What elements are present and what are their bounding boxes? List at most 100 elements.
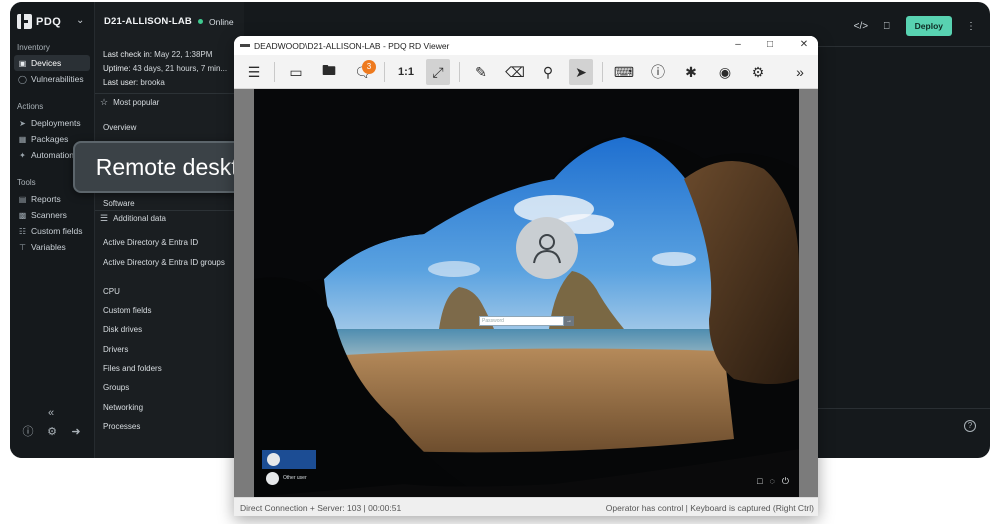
keyboard-icon[interactable]: ⌨ [612, 59, 636, 85]
help-circle-icon[interactable]: ⓘ [21, 425, 35, 439]
panel-link-disk-drives[interactable]: Disk drives [103, 324, 233, 335]
sidebar-item-label: Automation [31, 150, 74, 160]
more-options-icon[interactable]: ⋮ [964, 21, 978, 32]
panel-link-ad-groups[interactable]: Active Directory & Entra ID groups [103, 257, 233, 268]
sidebar-item-reports[interactable]: ▤ Reports [14, 191, 90, 207]
package-icon: ▦ [18, 134, 27, 144]
sidebar-item-label: Reports [31, 194, 61, 204]
last-checkin-value: May 22, 1:38PM [154, 50, 213, 59]
device-header: D21-ALLISON-LAB Online [104, 16, 234, 27]
ctrl-alt-del-icon[interactable]: ✱ [679, 59, 703, 85]
collapse-sidebar-icon[interactable]: « [48, 407, 54, 419]
eraser-icon[interactable]: ⌫ [503, 59, 527, 85]
help-icon[interactable]: ? [964, 420, 976, 432]
remote-desktop-view[interactable]: Password → Other user □ ◌ ⏻ [254, 89, 799, 497]
pdq-logo-icon [17, 14, 32, 29]
rd-window-title: DEADWOOD\D21-ALLISON-LAB - PDQ RD Viewer [254, 40, 450, 51]
code-icon[interactable]: </> [854, 21, 868, 32]
last-checkin-label: Last check in: [103, 50, 152, 59]
app-toolbar: </> ⎕ Deploy ⋮ [854, 16, 978, 36]
deploy-button[interactable]: Deploy [905, 16, 952, 36]
user-avatar [516, 217, 578, 279]
rocket-icon: ➤ [19, 118, 26, 128]
pen-icon[interactable]: ✎ [469, 59, 493, 85]
divider [95, 93, 244, 94]
sidebar-item-scanners[interactable]: ▩ Scanners [14, 207, 90, 223]
uptime: Uptime: 43 days, 21 hours, 7 min... [103, 64, 227, 73]
list-icon: ☰ [100, 213, 109, 223]
menu-list-icon[interactable]: ☰ [242, 59, 266, 85]
ratio-label: 1:1 [398, 66, 414, 78]
close-icon[interactable]: ✕ [797, 39, 811, 51]
gear-icon[interactable]: ⚙ [746, 59, 770, 85]
panel-link-files-folders[interactable]: Files and folders [103, 363, 233, 374]
additional-data-label: Additional data [113, 214, 167, 223]
user-tile-other[interactable]: Other user [262, 470, 342, 486]
sidebar-item-devices[interactable]: ▣ Devices [14, 55, 90, 71]
toolbar-separator [384, 62, 385, 82]
toolbar-separator [602, 62, 603, 82]
star-icon: ☆ [100, 97, 109, 107]
user-avatar-small [266, 471, 279, 485]
sidebar-item-label: Devices [31, 58, 62, 68]
most-popular-label: Most popular [113, 98, 160, 107]
panel-link-software[interactable]: Software [103, 198, 233, 209]
lockscreen-icons: □ ◌ ⏻ [757, 476, 789, 487]
monitor-icon[interactable]: ▭ [284, 59, 308, 85]
connection-status: Direct Connection + Server: 103 | 00:00:… [240, 503, 402, 513]
password-field[interactable]: Password [479, 316, 564, 326]
accessibility-icon[interactable]: ◌ [770, 476, 775, 487]
panel-link-cpu[interactable]: CPU [103, 286, 233, 297]
sidebar-item-custom-fields[interactable]: ☷ Custom fields [14, 223, 90, 239]
pin-icon[interactable]: ⚲ [536, 59, 560, 85]
most-popular-heading: ☆ Most popular [100, 97, 159, 108]
last-user-label: Last user: [103, 78, 139, 87]
power-icon[interactable]: ⏻ [782, 476, 789, 487]
custom-fields-icon: ☷ [18, 226, 27, 236]
last-checkin: Last check in: May 22, 1:38PM [103, 50, 212, 59]
brand-name: PDQ [36, 15, 62, 28]
scanner-icon: ▩ [18, 210, 27, 220]
toolbar-separator [274, 62, 275, 82]
sidebar: PDQ ⌄ Inventory ▣ Devices ◯ Vulnerabilit… [10, 2, 94, 458]
rd-screen[interactable]: Password → Other user □ ◌ ⏻ [234, 89, 818, 497]
pointer-icon[interactable]: ➤ [569, 59, 593, 85]
status-badge: Online [208, 16, 234, 27]
sidebar-item-variables[interactable]: ⊤ Variables [14, 239, 90, 255]
more-tools-icon[interactable]: » [788, 59, 812, 85]
gear-icon[interactable]: ⚙ [45, 425, 59, 439]
record-icon[interactable]: ◉ [713, 59, 737, 85]
panel-link-processes[interactable]: Processes [103, 421, 233, 432]
folder-icon[interactable]: 🖿 [317, 59, 341, 85]
logo[interactable]: PDQ [17, 14, 61, 29]
shield-icon: ◯ [18, 74, 27, 84]
sidebar-item-label: Vulnerabilities [31, 74, 84, 84]
network-icon[interactable]: □ [757, 476, 762, 487]
other-user-label: Other user [283, 475, 307, 481]
fit-to-window-icon[interactable]: ⤢ [426, 59, 450, 85]
reports-icon: ▤ [18, 194, 27, 204]
panel-link-groups[interactable]: Groups [103, 382, 233, 393]
chevron-down-icon[interactable]: ⌄ [76, 15, 84, 26]
panel-link-drivers[interactable]: Drivers [103, 344, 233, 355]
panel-link-overview[interactable]: Overview [103, 122, 233, 133]
panel-link-networking[interactable]: Networking [103, 402, 233, 413]
chat-count-badge: 3 [362, 60, 376, 74]
user-tile-current[interactable] [262, 450, 316, 469]
control-status: Operator has control | Keyboard is captu… [605, 503, 814, 513]
minimize-icon[interactable]: – [731, 39, 745, 51]
divider [95, 210, 244, 211]
maximize-icon[interactable]: □ [763, 39, 777, 51]
remote-desktop-icon[interactable]: ⎕ [880, 21, 894, 32]
sidebar-item-deployments[interactable]: ➤ Deployments [14, 115, 90, 131]
sidebar-item-vulnerabilities[interactable]: ◯ Vulnerabilities [14, 71, 90, 87]
logout-icon[interactable]: ➜ [69, 425, 83, 439]
status-dot [197, 19, 203, 24]
panel-link-custom-fields[interactable]: Custom fields [103, 305, 233, 316]
rd-titlebar: DEADWOOD\D21-ALLISON-LAB - PDQ RD Viewer… [234, 36, 818, 55]
sidebar-item-label: Scanners [31, 210, 67, 220]
submit-arrow-icon[interactable]: → [564, 316, 574, 326]
info-icon[interactable]: ⓘ [646, 59, 670, 85]
actual-size-button[interactable]: 1:1 [394, 59, 418, 85]
panel-link-ad[interactable]: Active Directory & Entra ID [103, 237, 233, 248]
